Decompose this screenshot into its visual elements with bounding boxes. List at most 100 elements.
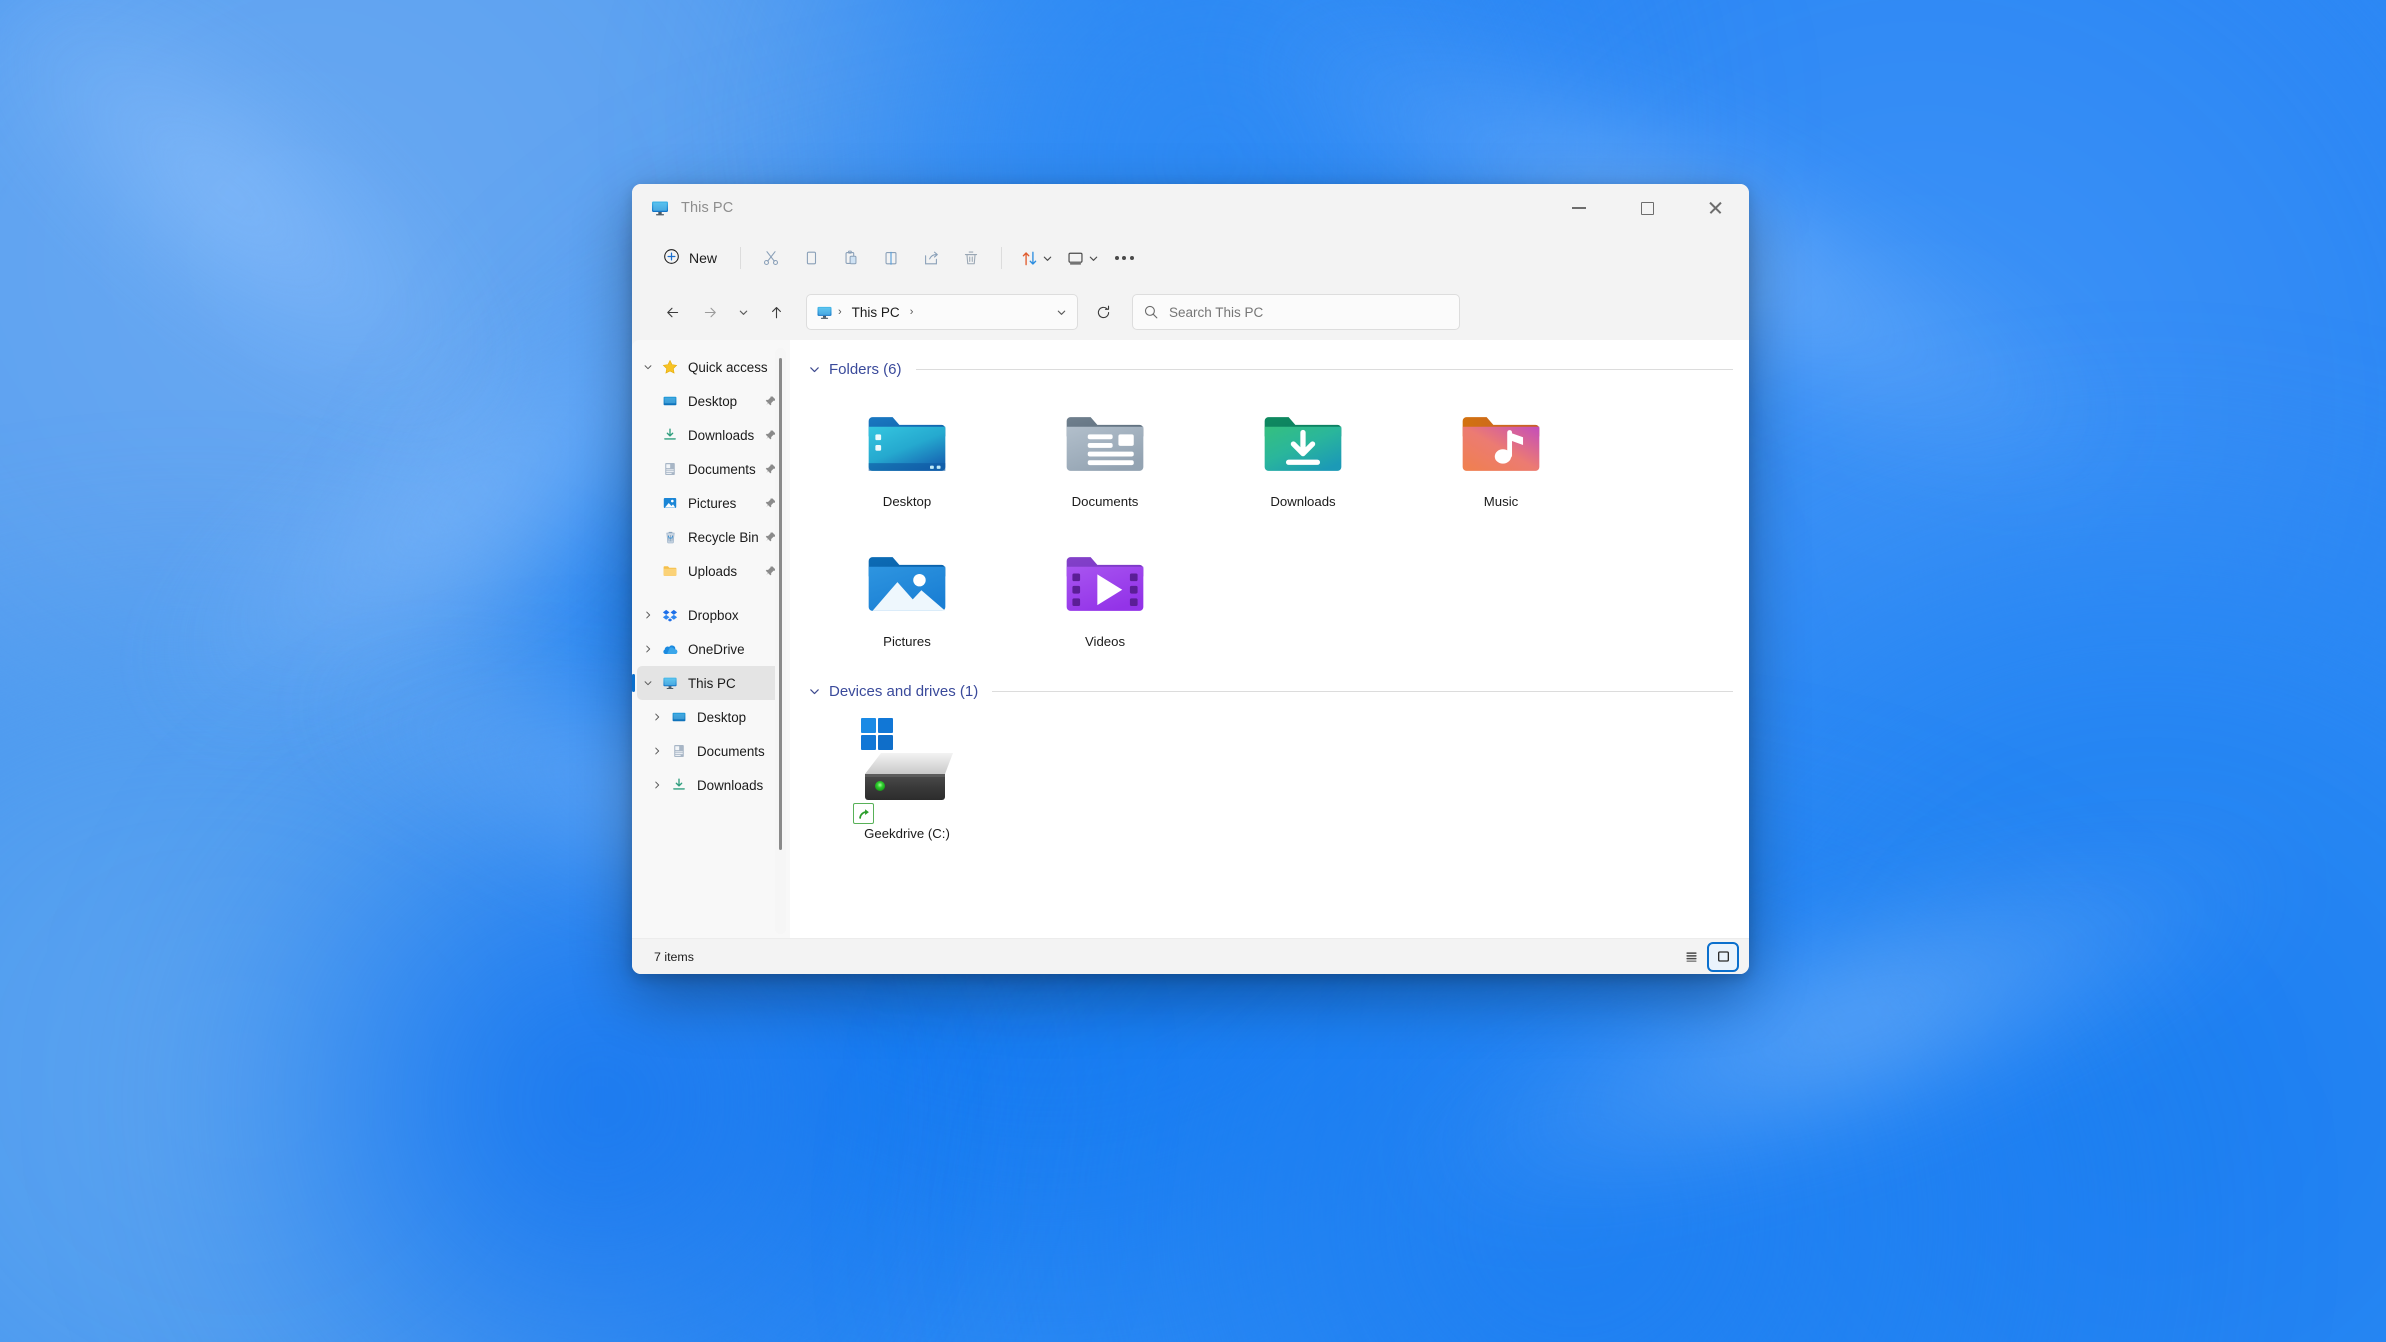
new-button[interactable]: New xyxy=(654,241,730,275)
sidebar-item-onedrive[interactable]: OneDrive xyxy=(637,632,785,666)
forward-button[interactable] xyxy=(692,295,728,329)
chevron-right-icon[interactable] xyxy=(646,746,668,756)
folder-icon xyxy=(659,563,681,579)
rename-icon xyxy=(885,251,897,265)
folder-grid: Desktop Documents Downloads Music Pictur… xyxy=(808,390,1733,670)
chevron-right-icon[interactable] xyxy=(646,712,668,722)
chevron-down-icon xyxy=(1089,256,1098,261)
folder-tile-label: Pictures xyxy=(883,634,931,649)
sidebar-item-label: Downloads xyxy=(688,427,755,443)
sidebar-item-quick-access[interactable]: Quick access xyxy=(637,350,785,384)
folder-tile-label: Documents xyxy=(1071,494,1139,509)
large-icons-view-icon xyxy=(1717,951,1729,962)
folder-tile-videos[interactable]: Videos xyxy=(1006,530,1204,670)
paste-button[interactable] xyxy=(831,240,871,276)
scissors-icon xyxy=(763,251,779,266)
cut-button[interactable] xyxy=(751,240,791,276)
minimize-icon xyxy=(1572,207,1586,209)
folder-music-icon xyxy=(1453,396,1549,492)
command-bar: New xyxy=(632,232,1749,284)
breadcrumb-this-pc-icon xyxy=(816,304,833,321)
chevron-down-icon xyxy=(1043,256,1052,261)
sidebar-item-label: OneDrive xyxy=(688,641,745,657)
folder-tile-music[interactable]: Music xyxy=(1402,390,1600,530)
maximize-button[interactable] xyxy=(1613,184,1681,232)
trash-icon xyxy=(964,251,978,265)
address-bar[interactable]: › This PC › xyxy=(806,294,1078,330)
pictures-icon xyxy=(659,495,681,511)
folder-documents-icon xyxy=(1057,396,1153,492)
item-count-label: 7 items xyxy=(654,949,694,964)
file-list-pane: Folders (6) Desktop Documents Downloads … xyxy=(790,340,1749,938)
copy-button[interactable] xyxy=(791,240,831,276)
sidebar-item-desktop[interactable]: Desktop xyxy=(637,384,785,418)
ellipsis-icon xyxy=(1114,256,1134,260)
chevron-down-icon[interactable] xyxy=(637,362,659,372)
sidebar-item-pictures[interactable]: Pictures xyxy=(637,486,785,520)
this-pc-monitor-icon xyxy=(650,198,670,218)
chevron-right-icon[interactable] xyxy=(637,610,659,620)
recent-locations-button[interactable] xyxy=(730,295,756,329)
minimize-button[interactable] xyxy=(1545,184,1613,232)
windows-logo-icon xyxy=(861,718,893,750)
sidebar-item-label: Uploads xyxy=(688,563,738,579)
sidebar-item-label: Dropbox xyxy=(688,607,739,623)
breadcrumb-separator[interactable]: › xyxy=(910,306,914,318)
chevron-down-icon[interactable] xyxy=(808,363,821,376)
documents-icon xyxy=(668,743,690,759)
sidebar-item-this-pc[interactable]: This PC xyxy=(632,666,785,700)
desktop-wallpaper: This PC New › This PC › Search This PC Q… xyxy=(0,0,2386,1342)
chevron-right-icon[interactable] xyxy=(646,780,668,790)
sidebar-item-dropbox[interactable]: Dropbox xyxy=(637,598,785,632)
large-icons-view-button[interactable] xyxy=(1707,941,1739,972)
group-title: Folders (6) xyxy=(829,360,902,378)
scrollbar-track[interactable] xyxy=(775,348,786,934)
view-button[interactable] xyxy=(1058,240,1104,276)
search-box[interactable] xyxy=(1132,294,1460,330)
sidebar-item-recycle-bin[interactable]: Recycle Bin xyxy=(637,520,785,554)
copy-icon xyxy=(806,251,817,265)
refresh-icon xyxy=(1097,305,1109,318)
drive-tile-geekdrive-c[interactable]: Geekdrive (C:) xyxy=(808,712,1006,862)
close-button[interactable] xyxy=(1681,184,1749,232)
sidebar-item-downloads[interactable]: Downloads xyxy=(637,418,785,452)
folder-tile-pictures[interactable]: Pictures xyxy=(808,530,1006,670)
group-header-devices-and-drives[interactable]: Devices and drives (1) xyxy=(808,676,1733,706)
sidebar-item-this-pc-documents[interactable]: Documents xyxy=(646,734,785,768)
delete-button[interactable] xyxy=(951,240,991,276)
dropbox-icon xyxy=(659,607,681,623)
rename-button[interactable] xyxy=(871,240,911,276)
details-view-button[interactable] xyxy=(1677,944,1705,970)
sort-button[interactable] xyxy=(1012,240,1058,276)
toolbar-divider xyxy=(1001,247,1003,269)
see-more-button[interactable] xyxy=(1104,240,1144,276)
sidebar-scrollbar[interactable] xyxy=(775,348,786,934)
folder-tile-documents[interactable]: Documents xyxy=(1006,390,1204,530)
back-button[interactable] xyxy=(654,295,690,329)
sidebar-item-label: Documents xyxy=(697,743,765,759)
scrollbar-thumb[interactable] xyxy=(779,358,782,850)
group-header-folders[interactable]: Folders (6) xyxy=(808,354,1733,384)
up-button[interactable] xyxy=(758,295,794,329)
search-input[interactable] xyxy=(1169,304,1449,320)
group-divider xyxy=(915,368,1733,370)
status-bar: 7 items xyxy=(632,938,1749,974)
sidebar-item-documents[interactable]: Documents xyxy=(637,452,785,486)
folder-videos-icon xyxy=(1057,536,1153,632)
share-button[interactable] xyxy=(911,240,951,276)
refresh-button[interactable] xyxy=(1086,295,1120,329)
address-dropdown-button[interactable] xyxy=(1052,303,1071,322)
folder-tile-downloads[interactable]: Downloads xyxy=(1204,390,1402,530)
folder-tile-desktop[interactable]: Desktop xyxy=(808,390,1006,530)
arrow-up-icon xyxy=(771,306,781,318)
sidebar-item-uploads[interactable]: Uploads xyxy=(637,554,785,588)
sidebar-item-this-pc-downloads[interactable]: Downloads xyxy=(646,768,785,802)
chevron-right-icon[interactable] xyxy=(637,644,659,654)
folder-desktop-icon xyxy=(859,396,955,492)
navigation-bar: › This PC › xyxy=(632,284,1749,340)
sidebar-item-this-pc-desktop[interactable]: Desktop xyxy=(646,700,785,734)
breadcrumb-item-this-pc[interactable]: This PC xyxy=(847,302,905,323)
chevron-down-icon[interactable] xyxy=(808,685,821,698)
chevron-down-icon[interactable] xyxy=(637,678,659,688)
sidebar-item-label: Documents xyxy=(688,461,756,477)
